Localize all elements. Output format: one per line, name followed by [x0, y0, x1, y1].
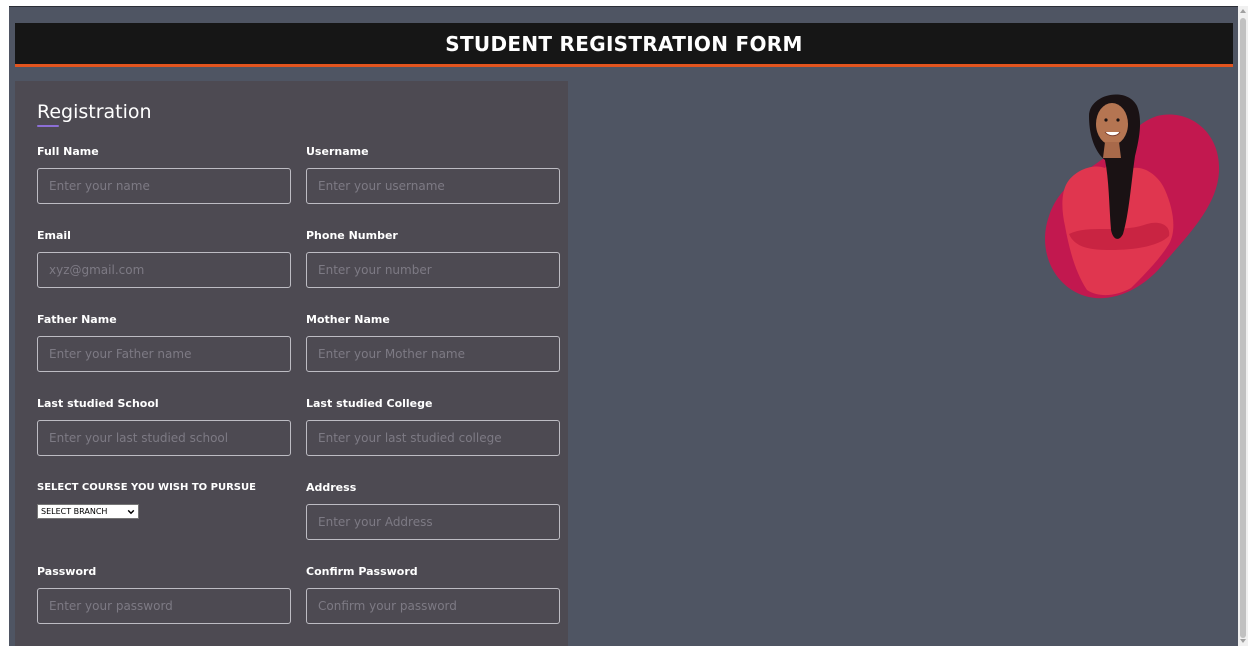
mother-name-label: Mother Name: [306, 313, 390, 326]
password-input[interactable]: [37, 588, 291, 624]
username-group: Username: [306, 145, 560, 204]
scroll-down-icon[interactable]: [1240, 639, 1246, 643]
branch-select[interactable]: SELECT BRANCH: [37, 504, 139, 519]
neck: [1103, 142, 1121, 158]
left-eye: [1104, 118, 1108, 122]
school-group: Last studied School: [37, 397, 291, 456]
page-title: STUDENT REGISTRATION FORM: [445, 31, 803, 56]
password-group: Password: [37, 565, 291, 624]
registration-title: Registration: [37, 101, 152, 123]
address-input[interactable]: [306, 504, 560, 540]
email-group: Email: [37, 229, 291, 288]
college-group: Last studied College: [306, 397, 560, 456]
college-input[interactable]: [306, 420, 560, 456]
password-label: Password: [37, 565, 97, 578]
school-input[interactable]: [37, 420, 291, 456]
title-underline: [37, 125, 59, 127]
top-border: [9, 6, 1238, 7]
branch-select-value: SELECT BRANCH: [41, 507, 108, 516]
mother-name-group: Mother Name: [306, 313, 560, 372]
registration-panel: Registration Full Name Username Email Ph…: [15, 81, 568, 646]
scroll-thumb[interactable]: [1240, 18, 1246, 638]
vertical-scrollbar[interactable]: [1238, 6, 1248, 646]
face: [1096, 103, 1128, 145]
course-group: SELECT COURSE YOU WISH TO PURSUE SELECT …: [37, 481, 291, 519]
full-name-group: Full Name: [37, 145, 291, 204]
phone-label: Phone Number: [306, 229, 398, 242]
email-input[interactable]: [37, 252, 291, 288]
address-label: Address: [306, 481, 357, 494]
mother-name-input[interactable]: [306, 336, 560, 372]
course-label: SELECT COURSE YOU WISH TO PURSUE: [37, 482, 256, 493]
father-name-group: Father Name: [37, 313, 291, 372]
school-label: Last studied School: [37, 397, 159, 410]
username-input[interactable]: [306, 168, 560, 204]
address-group: Address: [306, 481, 560, 540]
phone-input[interactable]: [306, 252, 560, 288]
phone-group: Phone Number: [306, 229, 560, 288]
confirm-password-label: Confirm Password: [306, 565, 418, 578]
page-header: STUDENT REGISTRATION FORM: [15, 23, 1233, 67]
full-name-label: Full Name: [37, 145, 99, 158]
confirm-password-input[interactable]: [306, 588, 560, 624]
student-photo: [1045, 94, 1220, 299]
email-label: Email: [37, 229, 71, 242]
chevron-down-icon: [127, 509, 135, 514]
father-name-label: Father Name: [37, 313, 117, 326]
confirm-password-group: Confirm Password: [306, 565, 560, 624]
father-name-input[interactable]: [37, 336, 291, 372]
full-name-input[interactable]: [37, 168, 291, 204]
app-window: STUDENT REGISTRATION FORM Registration F…: [9, 6, 1238, 646]
college-label: Last studied College: [306, 397, 433, 410]
right-eye: [1116, 118, 1120, 122]
username-label: Username: [306, 145, 369, 158]
scroll-up-icon[interactable]: [1240, 9, 1246, 13]
